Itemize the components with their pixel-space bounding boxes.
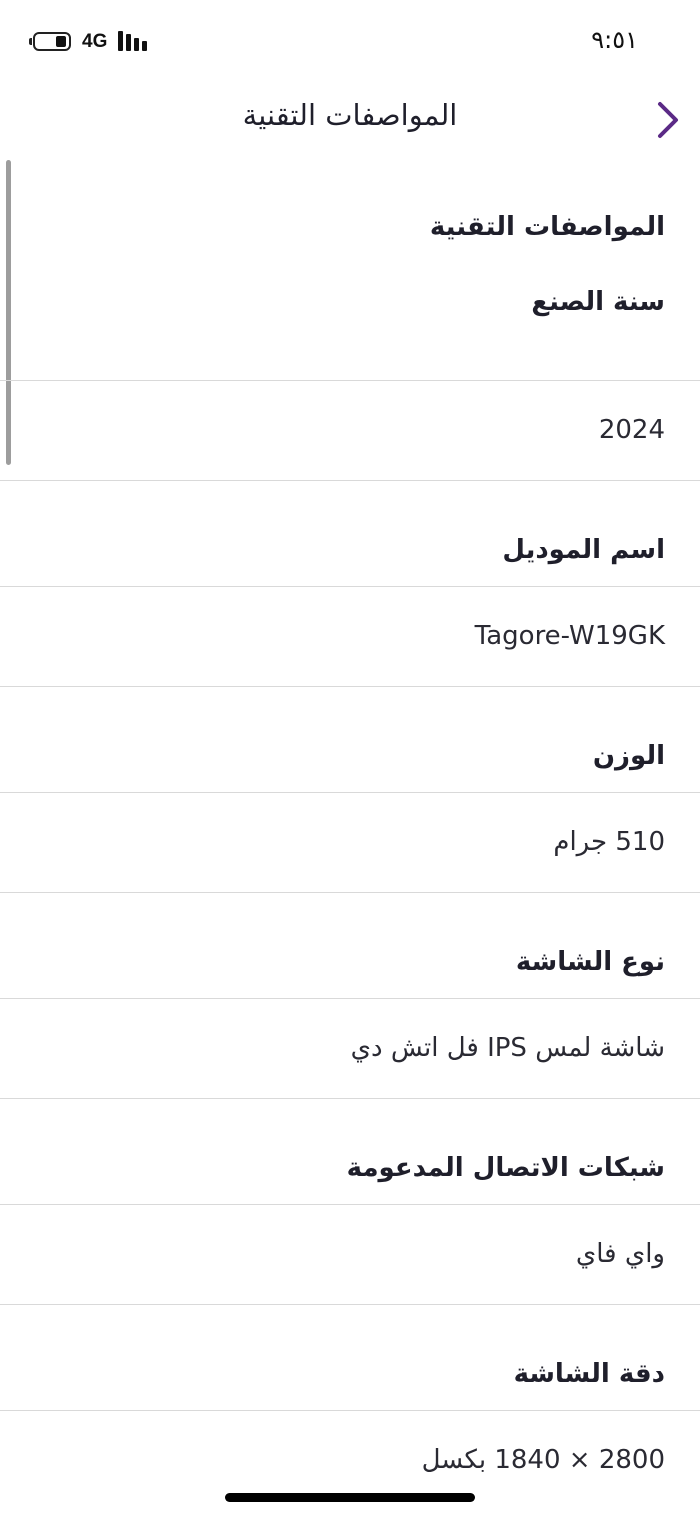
chevron-left-icon <box>658 102 678 138</box>
section-heading: المواصفات التقنية <box>0 160 700 275</box>
signal-strength-icon <box>118 31 150 51</box>
spec-label: الوزن <box>592 741 665 771</box>
spec-label: نوع الشاشة <box>515 947 665 977</box>
spec-label: اسم الموديل <box>502 535 665 565</box>
spec-value: واي فاي <box>575 1239 665 1269</box>
spec-label-row: الوزن <box>0 687 700 792</box>
spec-label-row: سنة الصنع <box>0 275 700 380</box>
spec-label: شبكات الاتصال المدعومة <box>346 1153 665 1183</box>
screen: 4G ٩:٥١ المواصفات التقنية المواصفات التق… <box>0 0 700 1515</box>
spec-value-row: شاشة لمس IPS فل اتش دي <box>0 998 700 1099</box>
network-type: 4G <box>82 31 108 52</box>
spec-value-row: واي فاي <box>0 1204 700 1305</box>
spec-label: دقة الشاشة <box>513 1359 665 1389</box>
status-bar: 4G ٩:٥١ <box>0 0 700 80</box>
spec-value: 510 جرام <box>553 827 665 857</box>
spec-value-row: 2024 <box>0 380 700 481</box>
section-heading-label: المواصفات التقنية <box>429 212 665 242</box>
header: المواصفات التقنية <box>0 80 700 160</box>
spec-label-row: دقة الشاشة <box>0 1305 700 1410</box>
specs-list: المواصفات التقنية سنة الصنع 2024 اسم الم… <box>0 160 700 1511</box>
spec-value: Tagore-W19GK <box>474 621 665 651</box>
spec-value-row: 510 جرام <box>0 792 700 893</box>
spec-value: شاشة لمس IPS فل اتش دي <box>350 1033 665 1063</box>
page-title: المواصفات التقنية <box>242 98 458 132</box>
battery-icon <box>29 32 71 51</box>
back-button[interactable] <box>648 98 688 142</box>
spec-label-row: شبكات الاتصال المدعومة <box>0 1099 700 1204</box>
spec-value-row: Tagore-W19GK <box>0 586 700 687</box>
spec-value: 2800 × 1840 بكسل <box>421 1445 665 1475</box>
spec-label: سنة الصنع <box>531 287 665 317</box>
spec-value: 2024 <box>598 415 665 445</box>
spec-label-row: نوع الشاشة <box>0 893 700 998</box>
home-indicator[interactable] <box>225 1493 475 1502</box>
spec-label-row: اسم الموديل <box>0 481 700 586</box>
status-time: ٩:٥١ <box>591 26 638 54</box>
